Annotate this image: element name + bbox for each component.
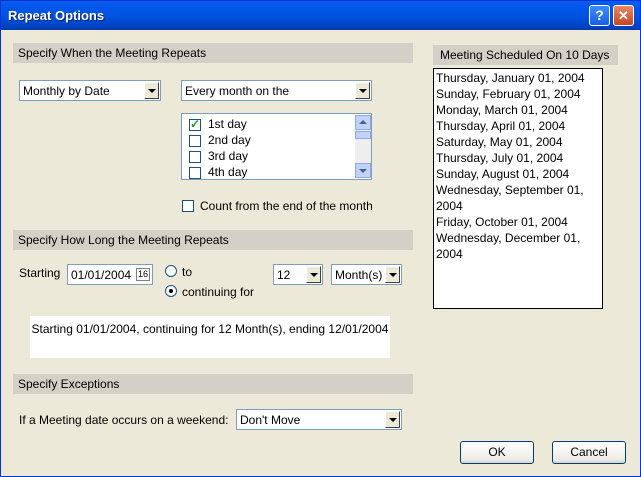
day-label: 3rd day <box>208 149 249 163</box>
day-label: 2nd day <box>208 133 251 147</box>
day-checkbox[interactable] <box>189 151 201 163</box>
section-howlong-title: Specify How Long the Meeting Repeats <box>18 233 229 247</box>
list-item[interactable]: Monday, March 01, 2004 <box>436 102 600 118</box>
continuing-radio[interactable] <box>165 285 177 297</box>
chevron-down-icon[interactable] <box>306 266 321 283</box>
weekend-dropdown[interactable]: Don't Move <box>236 409 402 430</box>
chevron-down-icon[interactable] <box>355 82 370 99</box>
window-title: Repeat Options <box>8 8 105 23</box>
count-value: 12 <box>277 268 291 282</box>
scroll-thumb[interactable] <box>355 131 371 139</box>
frequency-value: Every month on the <box>185 84 290 98</box>
weekend-label: If a Meeting date occurs on a weekend: <box>19 413 229 427</box>
starting-date-value: 01/01/2004 <box>71 268 132 282</box>
ok-button[interactable]: OK <box>460 441 534 464</box>
day-listbox[interactable]: 1st day 2nd day 3rd day 4th day <box>181 113 372 180</box>
day-checkbox[interactable] <box>189 167 201 179</box>
list-item[interactable]: Thursday, January 01, 2004 <box>436 70 600 86</box>
close-button[interactable]: ✕ <box>613 5 634 26</box>
count-from-end-checkbox[interactable] <box>182 200 194 212</box>
day-label: 1st day <box>208 117 247 131</box>
section-when-title: Specify When the Meeting Repeats <box>18 46 207 60</box>
cancel-button[interactable]: Cancel <box>552 441 626 464</box>
list-item[interactable]: Saturday, May 01, 2004 <box>436 134 600 150</box>
repeat-type-dropdown[interactable]: Monthly by Date <box>19 80 161 101</box>
continuing-label[interactable]: continuing for <box>182 285 254 299</box>
list-item[interactable]: Friday, October 01, 2004 <box>436 214 600 230</box>
title-bar: Repeat Options ? ✕ <box>1 1 640 30</box>
unit-dropdown[interactable]: Month(s) <box>331 264 402 285</box>
frequency-dropdown[interactable]: Every month on the <box>181 80 372 101</box>
scheduled-header: Meeting Scheduled On 10 Days <box>433 45 618 65</box>
list-item[interactable]: Thursday, April 01, 2004 <box>436 118 600 134</box>
repeat-type-value: Monthly by Date <box>23 84 110 98</box>
repeat-summary: Starting 01/01/2004, continuing for 12 M… <box>30 316 390 358</box>
section-exceptions-title: Specify Exceptions <box>18 377 120 391</box>
day-checkbox[interactable] <box>189 117 201 131</box>
scheduled-date-list[interactable]: Thursday, January 01, 2004 Sunday, Febru… <box>433 68 603 309</box>
chevron-down-icon[interactable] <box>385 266 400 283</box>
list-item[interactable]: Thursday, July 01, 2004 <box>436 150 600 166</box>
scroll-down-icon[interactable] <box>355 163 371 178</box>
section-when-header: Specify When the Meeting Repeats <box>13 43 413 63</box>
calendar-icon[interactable]: 16 <box>135 268 150 281</box>
scheduled-title: Meeting Scheduled On 10 Days <box>440 48 610 62</box>
section-exceptions-header: Specify Exceptions <box>13 374 413 394</box>
unit-value: Month(s) <box>335 268 383 282</box>
help-button[interactable]: ? <box>589 5 610 26</box>
scroll-up-icon[interactable] <box>355 115 371 130</box>
list-item[interactable]: Wednesday, September 01, 2004 <box>436 182 600 214</box>
count-from-end-label[interactable]: Count from the end of the month <box>200 199 373 213</box>
day-checkbox[interactable] <box>189 135 201 147</box>
weekend-value: Don't Move <box>240 413 301 427</box>
starting-label: Starting <box>19 266 61 280</box>
section-howlong-header: Specify How Long the Meeting Repeats <box>13 230 413 250</box>
list-item[interactable]: Wednesday, December 01, 2004 <box>436 230 600 262</box>
day-list-scrollbar[interactable] <box>355 115 371 178</box>
chevron-down-icon[interactable] <box>385 411 400 428</box>
starting-date-field[interactable]: 01/01/2004 16 <box>67 264 153 285</box>
chevron-down-icon[interactable] <box>144 82 159 99</box>
list-item[interactable]: Sunday, August 01, 2004 <box>436 166 600 182</box>
list-item[interactable]: Sunday, February 01, 2004 <box>436 86 600 102</box>
count-dropdown[interactable]: 12 <box>273 264 323 285</box>
to-radio[interactable] <box>165 265 177 277</box>
repeat-options-dialog: Repeat Options ? ✕ Specify When the Meet… <box>0 0 641 477</box>
to-label[interactable]: to <box>182 265 192 279</box>
day-label: 4th day <box>208 165 248 179</box>
